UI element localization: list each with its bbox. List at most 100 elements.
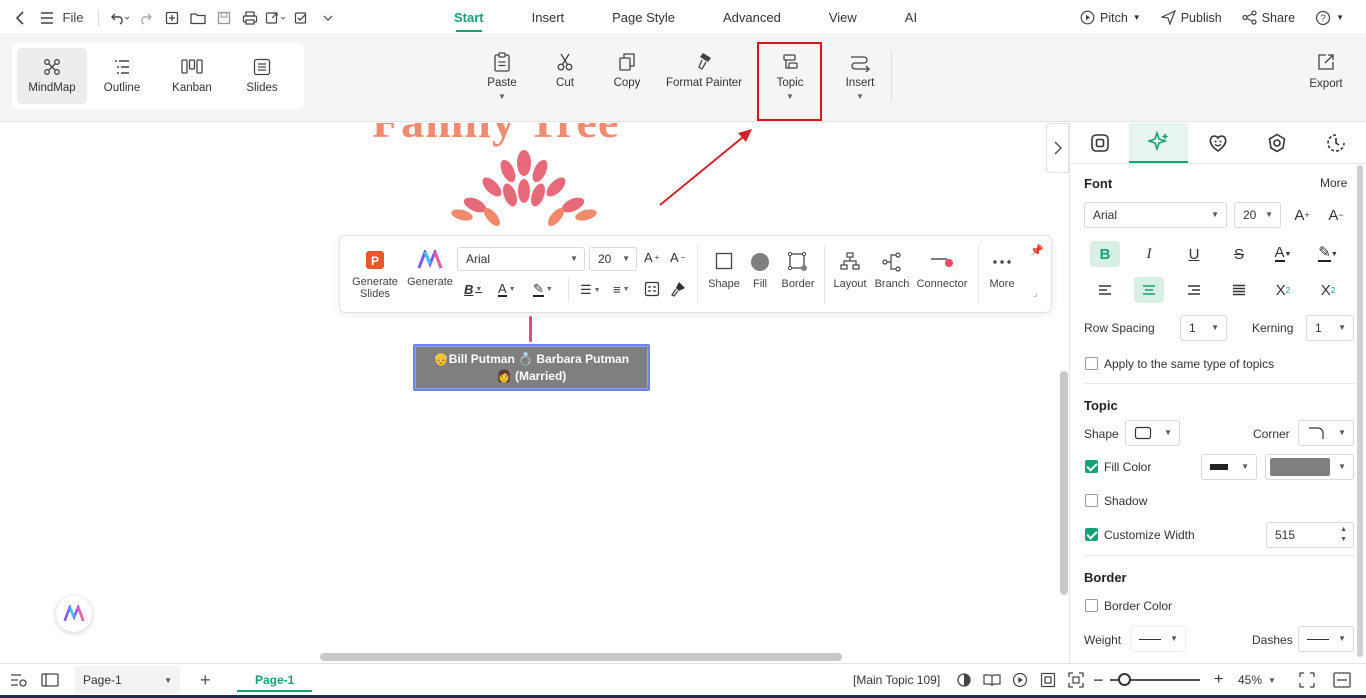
book-view-icon[interactable] <box>983 664 1001 696</box>
bold-icon[interactable]: B <box>1090 241 1120 267</box>
increase-font-size-icon[interactable]: A + <box>644 250 659 265</box>
underline-icon[interactable]: U <box>1179 241 1209 267</box>
zoom-select[interactable]: 45% ▼ <box>1238 664 1276 696</box>
justify-icon[interactable] <box>1224 277 1254 303</box>
publish-button[interactable]: Publish <box>1160 10 1222 25</box>
fit-page-icon[interactable] <box>1040 664 1056 696</box>
font-color-icon[interactable]: A ▼ <box>498 282 516 297</box>
align-right-icon[interactable] <box>1179 277 1209 303</box>
fill-color-select[interactable]: ▼ <box>1265 454 1354 480</box>
main-topic-node[interactable]: 👴Bill Putman 💍 Barbara Putman 👩 (Married… <box>413 344 650 391</box>
help-button[interactable]: ? ▼ <box>1315 10 1344 26</box>
fill-button[interactable]: Fill <box>744 252 776 290</box>
format-painter-button[interactable]: Format Painter <box>658 36 750 122</box>
file-menu[interactable]: File <box>62 6 84 30</box>
horizontal-scrollbar[interactable] <box>320 653 842 661</box>
kerning-select[interactable]: 1 ▼ <box>1306 315 1354 341</box>
topic-shape-select[interactable]: ▼ <box>1125 420 1180 446</box>
view-kanban-button[interactable]: Kanban <box>157 48 227 104</box>
align-left-icon[interactable] <box>1090 277 1120 303</box>
more-dropdown-icon[interactable] <box>317 6 339 30</box>
page-tab[interactable]: Page-1 <box>236 664 313 696</box>
apply-same-type-checkbox[interactable] <box>1085 357 1098 370</box>
tab-history[interactable] <box>1306 123 1365 163</box>
tab-style[interactable] <box>1070 123 1129 163</box>
expand-panel-chevron-icon[interactable] <box>1046 123 1069 173</box>
resize-corner-icon[interactable]: ⌟ <box>1033 288 1037 299</box>
border-weight-select[interactable]: ▼ <box>1130 626 1186 652</box>
new-file-icon[interactable] <box>161 6 183 30</box>
layout-button[interactable]: Layout <box>830 252 870 290</box>
border-button[interactable]: Border <box>778 252 818 290</box>
page-panel-icon[interactable] <box>41 664 59 696</box>
print-icon[interactable] <box>239 6 261 30</box>
undo-icon[interactable] <box>109 6 131 30</box>
zoom-slider-handle[interactable] <box>1118 673 1131 686</box>
customize-width-checkbox[interactable] <box>1085 528 1098 541</box>
view-mindmap-button[interactable]: MindMap <box>17 48 87 104</box>
vertical-scrollbar[interactable] <box>1060 371 1068 595</box>
fill-color-checkbox[interactable] <box>1085 460 1098 473</box>
connector-button[interactable]: Connector <box>913 252 971 290</box>
align-center-icon[interactable] <box>1134 277 1164 303</box>
insert-button[interactable]: Insert ▼ <box>830 36 890 122</box>
font-more-link[interactable]: More <box>1320 176 1347 190</box>
subscript-icon[interactable]: X2 <box>1313 277 1343 303</box>
font-size-select[interactable]: 20 ▼ <box>589 247 637 271</box>
back-icon[interactable] <box>10 6 32 30</box>
font-family-select[interactable]: Arial ▼ <box>457 247 585 271</box>
decrease-font-size-icon[interactable]: A − <box>670 250 685 265</box>
copy-button[interactable]: Copy <box>596 36 658 122</box>
branch-button[interactable]: Branch <box>872 252 912 290</box>
export-button[interactable]: Export <box>1300 52 1352 90</box>
fit-screen-icon[interactable] <box>1068 664 1084 696</box>
zoom-out-icon[interactable]: − <box>1093 664 1104 696</box>
redo-icon[interactable] <box>135 6 157 30</box>
hamburger-menu-icon[interactable] <box>36 6 58 30</box>
pin-icon[interactable]: 📌 <box>1030 244 1044 257</box>
tab-advanced[interactable]: Advanced <box>699 0 805 35</box>
corner-select[interactable]: ▼ <box>1298 420 1354 446</box>
bold-icon[interactable]: B ▼ <box>464 282 482 297</box>
tab-page-style[interactable]: Page Style <box>588 0 699 35</box>
paste-button[interactable]: Paste ▼ <box>470 36 534 122</box>
tab-insert[interactable]: Insert <box>508 0 589 35</box>
panel-scrollbar[interactable] <box>1357 165 1363 657</box>
add-page-icon[interactable]: + <box>200 664 211 696</box>
decrease-font-size-icon[interactable]: A − <box>1321 202 1351 228</box>
border-color-checkbox[interactable] <box>1085 599 1098 612</box>
mindmap-canvas[interactable]: Family Tree 👴Bill Putman 💍 Barbara Putma… <box>0 123 1069 663</box>
share-button[interactable]: Share <box>1242 10 1295 25</box>
play-icon[interactable] <box>1012 664 1028 696</box>
zoom-in-icon[interactable]: + <box>1214 664 1223 696</box>
pitch-button[interactable]: Pitch ▼ <box>1080 10 1141 25</box>
text-color-icon[interactable]: A ▼ <box>1268 241 1298 267</box>
tab-icons[interactable] <box>1188 123 1247 163</box>
border-dashes-select[interactable]: ▼ <box>1298 626 1354 652</box>
ai-assistant-button[interactable] <box>56 596 92 632</box>
view-slides-button[interactable]: Slides <box>227 48 297 104</box>
open-folder-icon[interactable] <box>187 6 209 30</box>
tab-ai[interactable]: AI <box>881 0 941 35</box>
strikethrough-icon[interactable]: S <box>1224 241 1254 267</box>
theme-toggle-icon[interactable] <box>956 664 972 696</box>
more-button[interactable]: More <box>984 252 1020 290</box>
view-outline-button[interactable]: Outline <box>87 48 157 104</box>
ai-generate-button[interactable]: Generate <box>404 250 456 288</box>
tab-ai-format[interactable] <box>1129 123 1188 163</box>
export-file-icon[interactable] <box>265 6 287 30</box>
increase-font-size-icon[interactable]: A + <box>1287 202 1317 228</box>
shadow-checkbox[interactable] <box>1085 494 1098 507</box>
page-select[interactable]: Page-1 ▼ <box>75 666 180 694</box>
task-check-icon[interactable] <box>291 6 313 30</box>
stepper-arrows-icon[interactable]: ▲ ▼ <box>1340 525 1347 545</box>
align-left-icon[interactable]: ≡ ▼ <box>613 282 630 297</box>
panel-font-size-select[interactable]: 20 ▼ <box>1234 202 1281 228</box>
collapse-panel-icon[interactable] <box>1333 664 1351 696</box>
fullscreen-icon[interactable] <box>1299 664 1315 696</box>
highlight-icon[interactable]: ✎ ▼ <box>533 282 553 297</box>
fill-style-select[interactable]: ▼ <box>1201 454 1257 480</box>
row-spacing-select[interactable]: 1 ▼ <box>1180 315 1227 341</box>
panel-font-family-select[interactable]: Arial ▼ <box>1084 202 1227 228</box>
tab-theme[interactable] <box>1247 123 1306 163</box>
